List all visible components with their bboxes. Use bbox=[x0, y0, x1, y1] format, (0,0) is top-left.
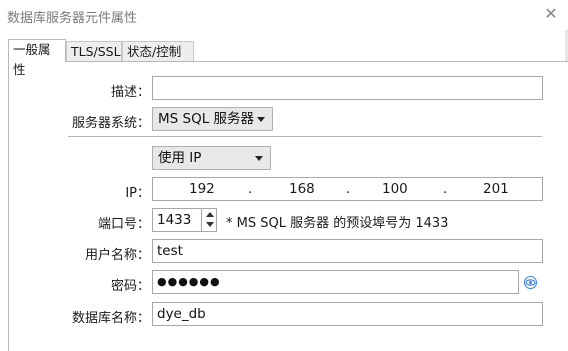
connection-mode-value: 使用 IP bbox=[158, 150, 202, 166]
ip-octet-2[interactable]: 168 bbox=[289, 178, 315, 200]
description-label: 描述： bbox=[110, 85, 150, 100]
username-input[interactable]: test bbox=[152, 239, 543, 263]
ip-octet-4[interactable]: 201 bbox=[483, 178, 509, 200]
dbname-input[interactable]: dye_db bbox=[152, 302, 543, 326]
server-system-label: 服务器系统： bbox=[71, 116, 150, 131]
port-value: 1433 bbox=[157, 212, 192, 228]
password-label: 密码： bbox=[110, 279, 150, 294]
ip-address-field[interactable]: 192 . 168 . 100 . 201 bbox=[152, 177, 543, 201]
tab-general[interactable]: 一般属性 bbox=[8, 39, 66, 77]
connection-mode-select[interactable]: 使用 IP bbox=[152, 146, 271, 170]
ip-label: IP： bbox=[125, 186, 150, 201]
close-icon[interactable]: ✕ bbox=[542, 5, 560, 23]
password-input[interactable]: ●●●●●● bbox=[152, 270, 519, 294]
ip-octet-3[interactable]: 100 bbox=[382, 178, 408, 200]
eye-icon[interactable] bbox=[524, 276, 537, 289]
tab-strip: 一般属性 TLS/SSL 状态/控制 bbox=[8, 39, 568, 77]
title-bar: 数据库服务器元件属性 ✕ bbox=[0, 0, 568, 30]
port-hint: * MS SQL 服务器 的预设埠号为 1433 bbox=[226, 216, 449, 231]
chevron-down-icon bbox=[257, 117, 265, 122]
ip-separator: . bbox=[346, 181, 351, 197]
server-system-value: MS SQL 服务器 bbox=[158, 111, 255, 127]
tab-tls-ssl[interactable]: TLS/SSL bbox=[66, 41, 122, 61]
description-input[interactable] bbox=[152, 76, 543, 100]
window-title: 数据库服务器元件属性 bbox=[7, 11, 138, 26]
ip-octet-1[interactable]: 192 bbox=[189, 178, 215, 200]
username-label: 用户名称： bbox=[84, 248, 150, 263]
chevron-down-icon bbox=[255, 156, 263, 161]
port-label: 端口号： bbox=[97, 217, 150, 232]
ip-separator: . bbox=[443, 181, 448, 197]
chevron-down-icon[interactable] bbox=[206, 222, 214, 227]
section-divider bbox=[68, 136, 542, 137]
dbname-label: 数据库名称： bbox=[71, 311, 150, 326]
ip-separator: . bbox=[248, 181, 253, 197]
server-system-select[interactable]: MS SQL 服务器 bbox=[152, 107, 273, 131]
chevron-up-icon[interactable] bbox=[206, 212, 214, 217]
tab-status-control[interactable]: 状态/控制 bbox=[122, 41, 194, 61]
port-stepper[interactable] bbox=[201, 208, 217, 232]
